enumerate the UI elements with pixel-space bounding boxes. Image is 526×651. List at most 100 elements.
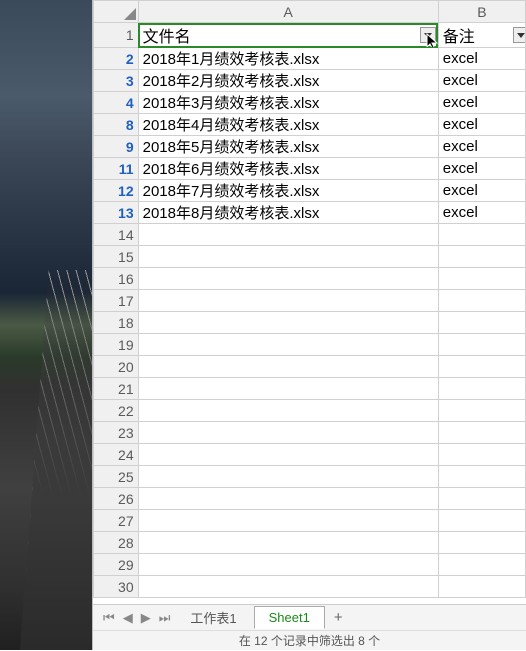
row-header[interactable]: 28 <box>94 532 139 554</box>
empty-cell[interactable] <box>138 466 438 488</box>
empty-cell[interactable] <box>138 312 438 334</box>
empty-cell[interactable] <box>438 510 525 532</box>
tab-nav-next[interactable]: ▶ <box>137 610 155 626</box>
empty-cell[interactable] <box>438 488 525 510</box>
empty-cell[interactable] <box>438 444 525 466</box>
cell-remark[interactable]: excel <box>438 92 525 114</box>
column-header-a[interactable]: A <box>138 1 438 23</box>
cell-filename[interactable]: 2018年5月绩效考核表.xlsx <box>138 136 438 158</box>
column-header-b[interactable]: B <box>438 1 525 23</box>
row-header[interactable]: 2 <box>94 48 139 70</box>
grid-area: A B 1 文件名 备注 22018年1月绩效考核表.xlsxexcel3201… <box>93 0 526 604</box>
row-header[interactable]: 22 <box>94 400 139 422</box>
filter-dropdown-button[interactable] <box>513 27 526 43</box>
empty-cell[interactable] <box>138 290 438 312</box>
column-header-row: A B <box>94 1 526 23</box>
empty-cell[interactable] <box>138 532 438 554</box>
empty-cell[interactable] <box>138 334 438 356</box>
row-header[interactable]: 21 <box>94 378 139 400</box>
row-header[interactable]: 19 <box>94 334 139 356</box>
cell-filename[interactable]: 2018年6月绩效考核表.xlsx <box>138 158 438 180</box>
tab-nav-first[interactable]: ⏮ <box>99 610 119 626</box>
sheet-tab-sheet1[interactable]: Sheet1 <box>254 606 325 629</box>
empty-cell[interactable] <box>138 268 438 290</box>
empty-cell[interactable] <box>138 356 438 378</box>
spreadsheet-window: A B 1 文件名 备注 22018年1月绩效考核表.xlsxexcel3201… <box>92 0 526 650</box>
row-header[interactable]: 1 <box>94 23 139 48</box>
tab-nav-last[interactable]: ⏭ <box>155 610 175 626</box>
row-header[interactable]: 23 <box>94 422 139 444</box>
row-header[interactable]: 18 <box>94 312 139 334</box>
select-all-corner[interactable] <box>94 1 139 23</box>
row-header[interactable]: 4 <box>94 92 139 114</box>
empty-cell[interactable] <box>138 422 438 444</box>
empty-cell[interactable] <box>438 312 525 334</box>
empty-cell[interactable] <box>438 246 525 268</box>
row-header[interactable]: 24 <box>94 444 139 466</box>
cell-header-filename[interactable]: 文件名 <box>138 23 438 48</box>
row-header[interactable]: 16 <box>94 268 139 290</box>
cell-header-remark[interactable]: 备注 <box>438 23 525 48</box>
empty-cell[interactable] <box>438 576 525 598</box>
empty-cell[interactable] <box>438 554 525 576</box>
row-header[interactable]: 17 <box>94 290 139 312</box>
row-header[interactable]: 14 <box>94 224 139 246</box>
cell-filename[interactable]: 2018年1月绩效考核表.xlsx <box>138 48 438 70</box>
empty-cell[interactable] <box>438 400 525 422</box>
table-row: 132018年8月绩效考核表.xlsxexcel <box>94 202 526 224</box>
row-header[interactable]: 15 <box>94 246 139 268</box>
cell-filename[interactable]: 2018年4月绩效考核表.xlsx <box>138 114 438 136</box>
cell-remark[interactable]: excel <box>438 180 525 202</box>
empty-cell[interactable] <box>438 268 525 290</box>
empty-cell[interactable] <box>438 532 525 554</box>
empty-cell[interactable] <box>138 400 438 422</box>
empty-cell[interactable] <box>438 334 525 356</box>
desktop-wallpaper <box>0 0 92 650</box>
cell-filename[interactable]: 2018年3月绩效考核表.xlsx <box>138 92 438 114</box>
cell-remark[interactable]: excel <box>438 48 525 70</box>
row-header[interactable]: 8 <box>94 114 139 136</box>
empty-cell[interactable] <box>138 576 438 598</box>
filter-dropdown-button[interactable] <box>420 27 436 43</box>
row-header[interactable]: 12 <box>94 180 139 202</box>
table-row: 20 <box>94 356 526 378</box>
cell-filename[interactable]: 2018年2月绩效考核表.xlsx <box>138 70 438 92</box>
cell-remark[interactable]: excel <box>438 158 525 180</box>
table-row: 19 <box>94 334 526 356</box>
cell-filename[interactable]: 2018年7月绩效考核表.xlsx <box>138 180 438 202</box>
row-header[interactable]: 30 <box>94 576 139 598</box>
empty-cell[interactable] <box>138 488 438 510</box>
empty-cell[interactable] <box>138 224 438 246</box>
empty-cell[interactable] <box>138 444 438 466</box>
empty-cell[interactable] <box>138 554 438 576</box>
cell-remark[interactable]: excel <box>438 114 525 136</box>
empty-cell[interactable] <box>438 290 525 312</box>
cell-remark[interactable]: excel <box>438 70 525 92</box>
empty-cell[interactable] <box>138 246 438 268</box>
empty-cell[interactable] <box>138 510 438 532</box>
table-row: 122018年7月绩效考核表.xlsxexcel <box>94 180 526 202</box>
cell-remark[interactable]: excel <box>438 136 525 158</box>
table-row: 27 <box>94 510 526 532</box>
cell-filename[interactable]: 2018年8月绩效考核表.xlsx <box>138 202 438 224</box>
row-header[interactable]: 9 <box>94 136 139 158</box>
row-header[interactable]: 27 <box>94 510 139 532</box>
tab-nav-prev[interactable]: ◀ <box>119 610 137 626</box>
row-header[interactable]: 20 <box>94 356 139 378</box>
empty-cell[interactable] <box>438 356 525 378</box>
empty-cell[interactable] <box>438 422 525 444</box>
empty-cell[interactable] <box>438 378 525 400</box>
cell-remark[interactable]: excel <box>438 202 525 224</box>
empty-cell[interactable] <box>438 466 525 488</box>
row-header[interactable]: 26 <box>94 488 139 510</box>
row-header[interactable]: 3 <box>94 70 139 92</box>
row-header[interactable]: 25 <box>94 466 139 488</box>
empty-cell[interactable] <box>138 378 438 400</box>
add-sheet-button[interactable]: + <box>326 609 351 626</box>
row-header[interactable]: 11 <box>94 158 139 180</box>
table-row: 25 <box>94 466 526 488</box>
sheet-tab-worksheet1[interactable]: 工作表1 <box>175 604 251 631</box>
row-header[interactable]: 13 <box>94 202 139 224</box>
row-header[interactable]: 29 <box>94 554 139 576</box>
empty-cell[interactable] <box>438 224 525 246</box>
